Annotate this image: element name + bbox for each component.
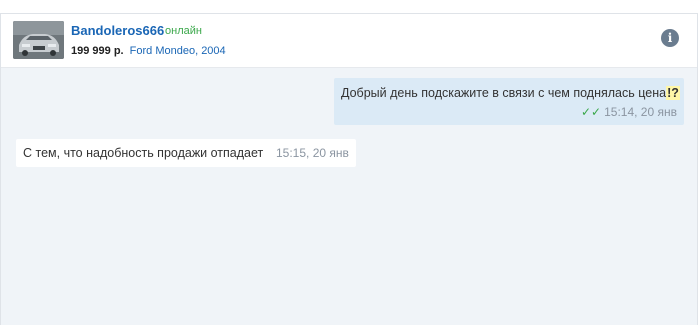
listing-price: 199 999 р. xyxy=(71,45,124,57)
chat-header: Bandoleros666 онлайн 199 999 р. Ford Mon… xyxy=(1,14,697,68)
outgoing-message: Добрый день подскажите в связи с чем под… xyxy=(334,78,684,125)
chat-panel: Bandoleros666 онлайн 199 999 р. Ford Mon… xyxy=(0,13,698,325)
seller-name-link[interactable]: Bandoleros666 xyxy=(71,23,164,38)
listing-model-link[interactable]: Ford Mondeo, 2004 xyxy=(130,45,226,57)
message-text: Добрый день подскажите в связи с чем под… xyxy=(341,86,680,100)
car-thumbnail[interactable] xyxy=(13,21,64,59)
message-time: 15:15, 20 янв xyxy=(276,146,349,160)
incoming-message: С тем, что надобность продажи отпадает 1… xyxy=(16,139,356,167)
online-status: онлайн xyxy=(165,25,202,37)
double-check-icon: ✓✓ xyxy=(581,105,602,119)
info-icon[interactable]: i xyxy=(661,29,679,47)
message-meta: ✓✓ 15:14, 20 янв xyxy=(581,105,677,119)
listing-info: 199 999 р. Ford Mondeo, 2004 xyxy=(71,45,226,57)
message-text: С тем, что надобность продажи отпадает xyxy=(23,146,264,160)
message-time: 15:14, 20 янв xyxy=(604,105,677,119)
message-text-highlight: !? xyxy=(666,86,680,100)
message-text-main: Добрый день подскажите в связи с чем под… xyxy=(341,86,667,100)
